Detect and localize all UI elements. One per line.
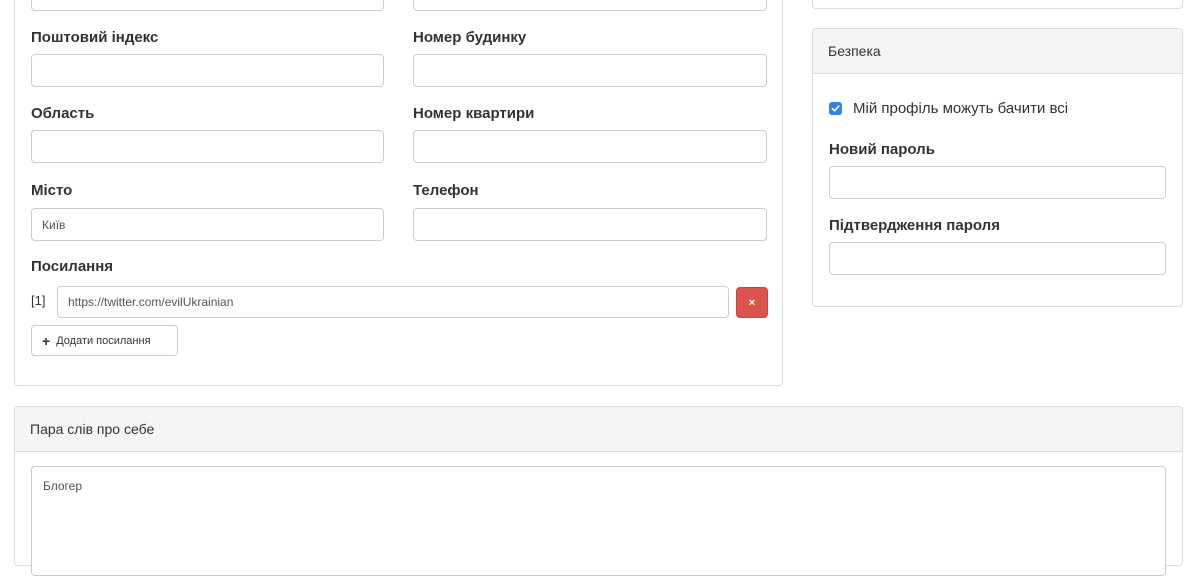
phone-label: Телефон xyxy=(413,182,479,199)
link-url-field[interactable] xyxy=(57,286,729,318)
postal-code-field[interactable] xyxy=(31,54,384,87)
postal-code-label: Поштовий індекс xyxy=(31,29,159,46)
profile-panel-top xyxy=(812,0,1183,9)
region-field[interactable] xyxy=(31,130,384,163)
times-icon: × xyxy=(748,296,756,309)
field-top-right[interactable] xyxy=(413,0,767,11)
city-field[interactable] xyxy=(31,208,384,241)
new-password-label: Новий пароль xyxy=(829,141,935,158)
check-icon xyxy=(831,105,840,112)
house-number-field[interactable] xyxy=(413,54,767,87)
new-password-field[interactable] xyxy=(829,166,1166,199)
confirm-password-label: Підтвердження пароля xyxy=(829,217,1000,234)
plus-icon: + xyxy=(42,332,51,349)
public-profile-label[interactable]: Мій профіль можуть бачити всі xyxy=(853,100,1068,117)
about-panel-heading: Пара слів про себе xyxy=(15,407,1182,452)
apartment-label: Номер квартири xyxy=(413,105,535,122)
security-panel-heading: Безпека xyxy=(813,29,1182,74)
confirm-password-field[interactable] xyxy=(829,242,1166,275)
region-label: Область xyxy=(31,105,95,122)
city-label: Місто xyxy=(31,182,73,199)
add-link-button[interactable]: + Додати посилання xyxy=(31,325,178,356)
about-textarea[interactable]: Блогер xyxy=(31,466,1166,576)
links-label: Посилання xyxy=(31,258,114,275)
remove-link-button[interactable]: × xyxy=(736,287,768,318)
about-title: Пара слів про себе xyxy=(30,421,155,437)
link-index: [1] xyxy=(31,293,46,308)
apartment-field[interactable] xyxy=(413,130,767,163)
add-link-label: Додати посилання xyxy=(56,334,151,347)
phone-field[interactable] xyxy=(413,208,767,241)
region-field-top-left[interactable] xyxy=(31,0,384,11)
security-title: Безпека xyxy=(828,43,881,59)
house-number-label: Номер будинку xyxy=(413,29,527,46)
public-profile-checkbox[interactable] xyxy=(829,102,842,115)
